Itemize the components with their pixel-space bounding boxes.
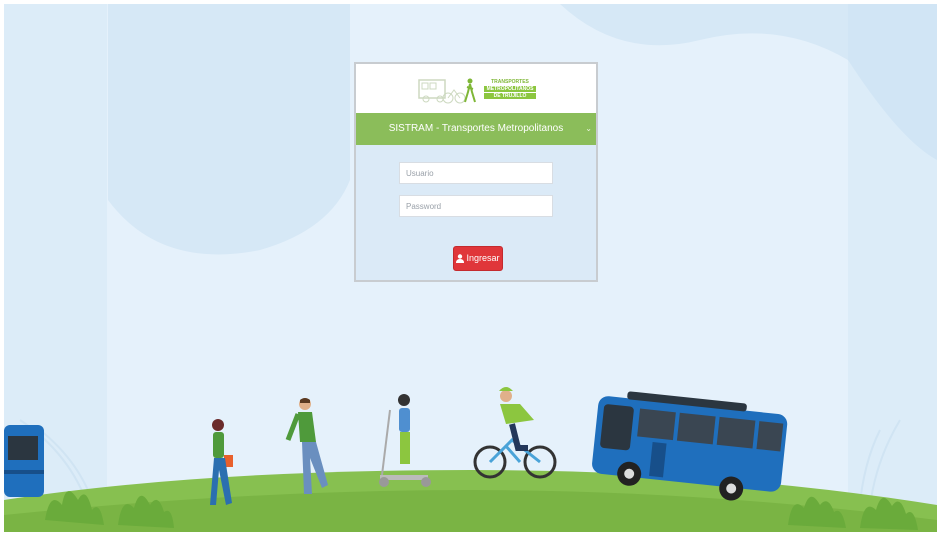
user-icon: [456, 254, 465, 264]
login-button-label: Ingresar: [466, 253, 500, 263]
login-card: TRANSPORTES METROPOLITANOS DE TRUJILLO S…: [354, 62, 598, 282]
password-input[interactable]: [399, 195, 553, 217]
system-title: SISTRAM - Transportes Metropolitanos: [388, 123, 564, 134]
login-submit-button[interactable]: Ingresar: [453, 246, 503, 271]
logo-wordmark: TRANSPORTES METROPOLITANOS DE TRUJILLO: [484, 79, 536, 100]
system-title-bar: SISTRAM - Transportes Metropolitanos ⌄: [356, 113, 596, 145]
chevron-down-icon: ⌄: [585, 124, 592, 133]
username-input[interactable]: [399, 162, 553, 184]
login-page: TRANSPORTES METROPOLITANOS DE TRUJILLO S…: [0, 0, 941, 536]
left-bus: [4, 425, 44, 497]
logo-line-3: DE TRUJILLO: [484, 93, 536, 99]
logo-line-2: METROPOLITANOS: [484, 86, 536, 92]
logo-header: TRANSPORTES METROPOLITANOS DE TRUJILLO: [356, 64, 596, 113]
transportes-metropolitanos-logo: TRANSPORTES METROPOLITANOS DE TRUJILLO: [418, 76, 538, 106]
logo-line-1: TRANSPORTES: [491, 79, 529, 85]
bus-bike-pedestrian-icon: [418, 78, 476, 104]
